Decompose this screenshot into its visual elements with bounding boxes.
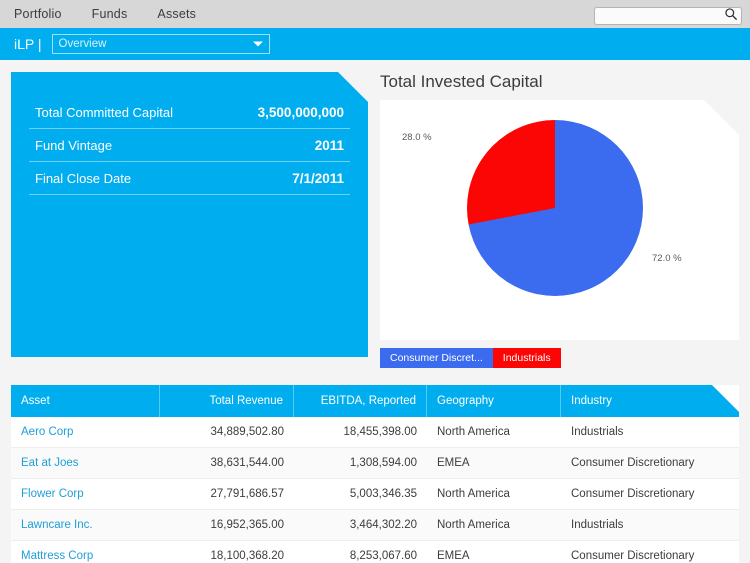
table-body: Aero Corp 34,889,502.80 18,455,398.00 North… bbox=[11, 417, 739, 563]
asset-link[interactable]: Mattress Corp bbox=[21, 550, 93, 562]
cell-industry: Industrials bbox=[571, 519, 624, 531]
cell-asset[interactable]: Lawncare Inc. bbox=[11, 510, 160, 540]
table-row: Flower Corp 27,791,686.57 5,003,346.35 Nort… bbox=[11, 479, 739, 510]
app-bar: iLP | Overview bbox=[0, 28, 750, 60]
chart-legend: Consumer Discret... Industrials bbox=[380, 348, 561, 368]
nav-portfolio[interactable]: Portfolio bbox=[14, 7, 62, 21]
column-header-ebitda[interactable]: EBITDA, Reported bbox=[294, 385, 427, 417]
column-header-total-revenue[interactable]: Total Revenue bbox=[160, 385, 294, 417]
pie-label-industrials: 28.0 % bbox=[402, 132, 432, 143]
top-navigation-bar: Portfolio Funds Assets bbox=[0, 0, 750, 28]
cell-industry: Consumer Discretionary bbox=[571, 488, 695, 500]
cell-industry: Consumer Discretionary bbox=[571, 550, 695, 562]
info-label: Total Committed Capital bbox=[35, 105, 173, 120]
nav-funds[interactable]: Funds bbox=[92, 7, 128, 21]
cell-total_revenue: 34,889,502.80 bbox=[210, 426, 284, 438]
cell-asset[interactable]: Flower Corp bbox=[11, 479, 160, 509]
view-select-dropdown[interactable]: Overview bbox=[51, 34, 270, 54]
cell-ebitda: 1,308,594.00 bbox=[349, 457, 417, 469]
cell-asset[interactable]: Mattress Corp bbox=[11, 541, 160, 563]
pie-chart: 28.0 % 72.0 % bbox=[380, 100, 739, 340]
cell-ebitda: 18,455,398.00 bbox=[343, 426, 417, 438]
info-row-committed-capital: Total Committed Capital 3,500,000,000 bbox=[29, 96, 350, 129]
pie-slices bbox=[467, 120, 643, 296]
info-row-fund-vintage: Fund Vintage 2011 bbox=[29, 129, 350, 162]
search-container bbox=[594, 5, 742, 25]
table-row: Eat at Joes 38,631,544.00 1,308,594.00 EMEA… bbox=[11, 448, 739, 479]
cell-total_revenue: 38,631,544.00 bbox=[210, 457, 284, 469]
assets-table: Asset Total Revenue EBITDA, Reported Geo… bbox=[11, 385, 739, 563]
table-row: Aero Corp 34,889,502.80 18,455,398.00 North… bbox=[11, 417, 739, 448]
top-row: Total Committed Capital 3,500,000,000 Fu… bbox=[0, 60, 750, 368]
info-value: 3,500,000,000 bbox=[257, 105, 344, 120]
column-header-industry[interactable]: Industry bbox=[561, 385, 739, 417]
cell-ebitda: 8,253,067.60 bbox=[349, 550, 417, 562]
table-row: Lawncare Inc. 16,952,365.00 3,464,302.20 No… bbox=[11, 510, 739, 541]
view-select-value: Overview bbox=[58, 38, 107, 50]
cell-geography: EMEA bbox=[437, 457, 470, 469]
cell-asset[interactable]: Aero Corp bbox=[11, 417, 160, 447]
info-value: 7/1/2011 bbox=[292, 171, 344, 186]
cell-geography: North America bbox=[437, 519, 510, 531]
cell-total_revenue: 27,791,686.57 bbox=[210, 488, 284, 500]
chart-title: Total Invested Capital bbox=[380, 72, 543, 91]
pie-label-consumer-discretionary: 72.0 % bbox=[652, 253, 682, 264]
invested-capital-panel: Total Invested Capital 28.0 % 72.0 % Con… bbox=[380, 72, 739, 368]
table-header-row: Asset Total Revenue EBITDA, Reported Geo… bbox=[11, 385, 739, 417]
table-row: Mattress Corp 18,100,368.20 8,253,067.60 EM… bbox=[11, 541, 739, 563]
cell-geography: North America bbox=[437, 426, 510, 438]
asset-link[interactable]: Lawncare Inc. bbox=[21, 519, 93, 531]
asset-link[interactable]: Eat at Joes bbox=[21, 457, 79, 469]
column-header-geography[interactable]: Geography bbox=[427, 385, 561, 417]
legend-item-industrials[interactable]: Industrials bbox=[492, 348, 561, 368]
cell-geography: EMEA bbox=[437, 550, 470, 562]
chevron-down-icon bbox=[252, 41, 263, 47]
column-header-asset[interactable]: Asset bbox=[11, 385, 160, 417]
info-value: 2011 bbox=[314, 138, 344, 153]
main-content: Total Committed Capital 3,500,000,000 Fu… bbox=[0, 60, 750, 563]
search-input[interactable] bbox=[594, 6, 742, 25]
cell-asset[interactable]: Eat at Joes bbox=[11, 448, 160, 478]
pie-chart-card: 28.0 % 72.0 % bbox=[380, 100, 739, 340]
cell-geography: North America bbox=[437, 488, 510, 500]
legend-item-consumer-discretionary[interactable]: Consumer Discret... bbox=[380, 348, 493, 368]
nav-links: Portfolio Funds Assets bbox=[14, 7, 196, 21]
cell-total_revenue: 18,100,368.20 bbox=[210, 550, 284, 562]
cell-total_revenue: 16,952,365.00 bbox=[210, 519, 284, 531]
fund-summary-card: Total Committed Capital 3,500,000,000 Fu… bbox=[11, 72, 368, 357]
info-row-final-close-date: Final Close Date 7/1/2011 bbox=[29, 162, 350, 195]
info-label: Fund Vintage bbox=[35, 138, 113, 153]
cell-ebitda: 5,003,346.35 bbox=[349, 488, 417, 500]
app-title: iLP | bbox=[14, 36, 42, 52]
cell-industry: Consumer Discretionary bbox=[571, 457, 695, 469]
cell-industry: Industrials bbox=[571, 426, 624, 438]
info-label: Final Close Date bbox=[35, 171, 132, 186]
nav-assets[interactable]: Assets bbox=[157, 7, 196, 21]
asset-link[interactable]: Aero Corp bbox=[21, 426, 73, 438]
asset-link[interactable]: Flower Corp bbox=[21, 488, 84, 500]
cell-ebitda: 3,464,302.20 bbox=[349, 519, 417, 531]
